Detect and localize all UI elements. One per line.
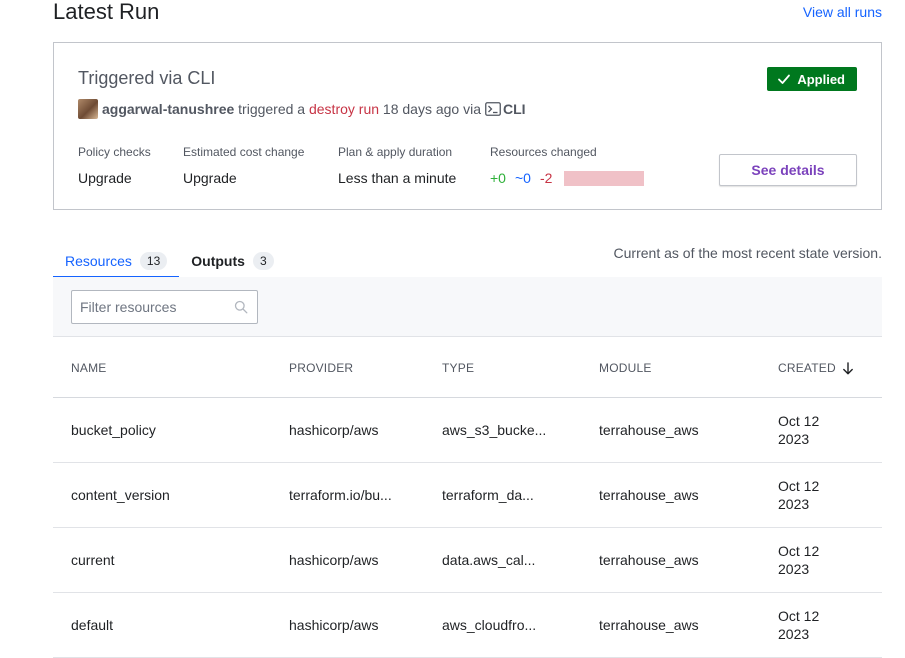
stat-value: Upgrade	[78, 170, 132, 186]
resources-table: NAME PROVIDER TYPE MODULE CREATED bucket…	[53, 337, 882, 658]
cell-provider: terraform.io/bu...	[289, 487, 392, 503]
cell-type: aws_cloudfro...	[442, 617, 537, 633]
cell-name: default	[71, 617, 114, 633]
cell-provider: hashicorp/aws	[289, 422, 379, 438]
tab-label: Resources	[65, 253, 132, 269]
cell-name: current	[71, 552, 115, 568]
cell-module: terrahouse_aws	[599, 617, 699, 633]
stat-label: Plan & apply duration	[338, 145, 453, 159]
resources-changed: ~0	[514, 170, 531, 186]
stat-label: Resources changed	[490, 145, 597, 159]
column-header-label: CREATED	[778, 361, 836, 375]
cell-type: data.aws_cal...	[442, 552, 536, 568]
resources-destroyed: -2	[539, 170, 553, 186]
see-details-button[interactable]: See details	[719, 154, 857, 186]
stat-label: Estimated cost change	[183, 145, 305, 159]
status-badge: Applied	[767, 67, 857, 91]
tab-outputs[interactable]: Outputs 3	[179, 246, 285, 276]
cell-provider: hashicorp/aws	[289, 552, 379, 568]
tab-label: Outputs	[191, 253, 245, 269]
cell-module: terrahouse_aws	[599, 487, 699, 503]
stat-duration: Plan & apply duration Less than a minute	[338, 145, 456, 187]
latest-run-card: Triggered via CLI Applied aggarwal-tanus…	[53, 42, 882, 210]
check-icon	[778, 74, 791, 84]
cell-module: terrahouse_aws	[599, 552, 699, 568]
count-badge: 13	[139, 252, 168, 270]
count-badge: 3	[252, 252, 274, 270]
column-header-module[interactable]: MODULE	[599, 361, 652, 375]
arrow-down-icon	[842, 361, 853, 374]
table-row[interactable]: default hashicorp/aws aws_cloudfro... te…	[53, 593, 882, 658]
cell-created: Oct 12 2023	[778, 478, 820, 512]
username[interactable]: aggarwal-tanushree	[102, 101, 234, 117]
table-row[interactable]: content_version terraform.io/bu... terra…	[53, 463, 882, 528]
time-text: 18 days ago via	[382, 101, 481, 117]
table-row[interactable]: bucket_policy hashicorp/aws aws_s3_bucke…	[53, 398, 882, 463]
triggered-text: triggered a	[238, 101, 306, 117]
stat-value: Less than a minute	[338, 170, 457, 186]
filter-field	[71, 290, 258, 324]
cell-created: Oct 12 2023	[778, 543, 820, 577]
destroy-run-link[interactable]: destroy run	[309, 101, 379, 117]
cell-name: bucket_policy	[71, 422, 156, 438]
stat-value: Upgrade	[183, 170, 237, 186]
column-header-name[interactable]: NAME	[71, 361, 106, 375]
stat-policy-checks: Policy checks Upgrade	[78, 145, 151, 187]
column-header-type[interactable]: TYPE	[442, 361, 474, 375]
cell-name: content_version	[71, 487, 170, 503]
view-all-runs-link[interactable]: View all runs	[803, 4, 882, 20]
resources-added: +0	[490, 170, 506, 186]
filter-resources-input[interactable]	[72, 291, 257, 323]
table-row[interactable]: current hashicorp/aws data.aws_cal... te…	[53, 528, 882, 593]
state-note: Current as of the most recent state vers…	[613, 245, 882, 261]
destroy-bar	[564, 170, 645, 186]
search-icon	[234, 300, 248, 314]
terminal-icon	[485, 102, 501, 116]
page-title: Latest Run	[53, 0, 160, 24]
cell-type: terraform_da...	[442, 487, 534, 503]
tab-resources[interactable]: Resources 13	[53, 246, 180, 278]
cli-label: CLI	[503, 101, 526, 117]
filter-bar	[53, 277, 882, 337]
tab-bar: Resources 13 Outputs 3	[53, 246, 286, 278]
table-header: NAME PROVIDER TYPE MODULE CREATED	[53, 337, 882, 398]
run-title: Triggered via CLI	[78, 68, 216, 88]
cell-created: Oct 12 2023	[778, 608, 820, 642]
stat-cost-change: Estimated cost change Upgrade	[183, 145, 304, 187]
run-meta: aggarwal-tanushree triggered a destroy r…	[78, 99, 526, 119]
stat-label: Policy checks	[78, 145, 151, 159]
column-header-provider[interactable]: PROVIDER	[289, 361, 353, 375]
stat-resources-changed: Resources changed +0 ~0 -2	[490, 145, 645, 187]
cell-type: aws_s3_bucke...	[442, 422, 547, 438]
cell-created: Oct 12 2023	[778, 413, 820, 447]
column-header-created[interactable]: CREATED	[778, 361, 854, 375]
cell-module: terrahouse_aws	[599, 422, 699, 438]
cell-provider: hashicorp/aws	[289, 617, 379, 633]
status-label: Applied	[797, 71, 845, 87]
avatar[interactable]	[78, 99, 98, 119]
